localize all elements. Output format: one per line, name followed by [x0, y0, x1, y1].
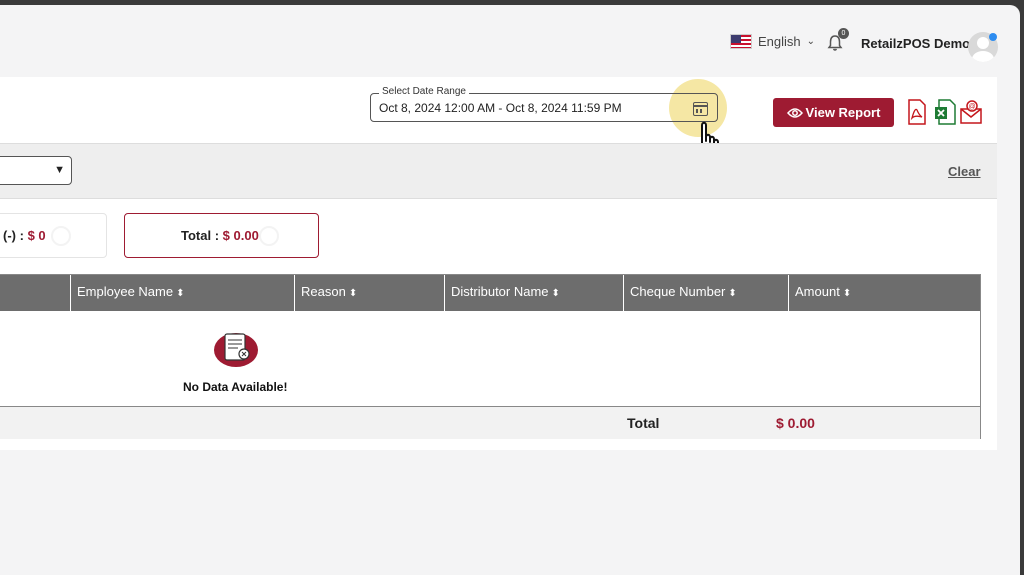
- date-range-field[interactable]: Select Date Range Oct 8, 2024 12:00 AM -…: [370, 86, 718, 122]
- sort-icon: ⬍: [842, 288, 852, 299]
- filter-bar: ▼ Clear: [0, 143, 997, 199]
- footer-total-label: Total: [627, 415, 660, 431]
- chevron-down-icon: ⌄: [806, 36, 816, 47]
- sort-icon: ⬍: [348, 288, 358, 299]
- sort-icon: ⬍: [176, 288, 185, 299]
- summary-box-deductions: (-) : $ 0: [0, 213, 107, 258]
- online-status-dot: [989, 33, 997, 41]
- pdf-export-icon[interactable]: [906, 99, 928, 125]
- excel-export-icon[interactable]: [934, 99, 956, 125]
- column-header-amount[interactable]: Amount ⬍: [788, 275, 981, 311]
- summary-total-label: Total :: [181, 228, 220, 243]
- column-header-reason[interactable]: Reason ⬍: [294, 275, 444, 311]
- clear-filters-link[interactable]: Clear: [948, 164, 981, 179]
- summary-deductions-label: (-) :: [3, 228, 24, 243]
- report-card: Select Date Range Oct 8, 2024 12:00 AM -…: [0, 77, 997, 450]
- calendar-icon[interactable]: [693, 102, 708, 116]
- top-header: English ⌄ 0 RetailzPOS Demo: [0, 5, 1020, 75]
- view-report-button[interactable]: View Report: [773, 98, 894, 127]
- dropdown-arrow-icon: ▼: [54, 164, 65, 176]
- coin-icon: [259, 226, 279, 246]
- filter-dropdown[interactable]: ▼: [0, 156, 72, 185]
- column-header-distributor-name[interactable]: Distributor Name ⬍: [444, 275, 623, 311]
- summary-deductions-text: (-) : $ 0: [3, 228, 46, 243]
- summary-total-text: Total : $ 0.00: [181, 228, 259, 243]
- eye-icon: [786, 107, 803, 118]
- summary-box-total: Total : $ 0.00: [124, 213, 319, 258]
- date-range-value[interactable]: Oct 8, 2024 12:00 AM - Oct 8, 2024 11:59…: [379, 101, 622, 115]
- notification-badge: 0: [838, 28, 849, 39]
- coin-icon: [51, 226, 71, 246]
- column-header-cheque-number[interactable]: Cheque Number ⬍: [623, 275, 788, 311]
- empty-state-message: No Data Available!: [183, 380, 288, 394]
- user-name[interactable]: RetailzPOS Demo: [861, 36, 970, 51]
- no-data-icon: [214, 333, 258, 367]
- email-export-icon[interactable]: @: [960, 99, 982, 125]
- sort-icon: ⬍: [728, 288, 737, 299]
- sort-icon: ⬍: [551, 288, 560, 299]
- language-label: English: [758, 34, 801, 49]
- svg-text:@: @: [968, 104, 975, 111]
- summary-total-value: $ 0.00: [222, 228, 259, 243]
- language-selector[interactable]: English ⌄: [730, 34, 815, 49]
- view-report-label: View Report: [805, 105, 881, 120]
- app-window: English ⌄ 0 RetailzPOS Demo Select Date …: [0, 5, 1020, 575]
- table-footer: Total $ 0.00: [0, 406, 980, 439]
- footer-total-value: $ 0.00: [776, 415, 815, 431]
- date-range-label: Select Date Range: [379, 86, 469, 97]
- us-flag-icon: [730, 34, 752, 49]
- column-header-employee-name[interactable]: Employee Name ⬍: [70, 275, 294, 311]
- table-header: Employee Name ⬍ Reason ⬍ Distributor Name ⬍…: [0, 275, 980, 311]
- summary-deductions-value: $ 0: [27, 228, 46, 243]
- report-table: Employee Name ⬍ Reason ⬍ Distributor Name ⬍…: [0, 274, 981, 439]
